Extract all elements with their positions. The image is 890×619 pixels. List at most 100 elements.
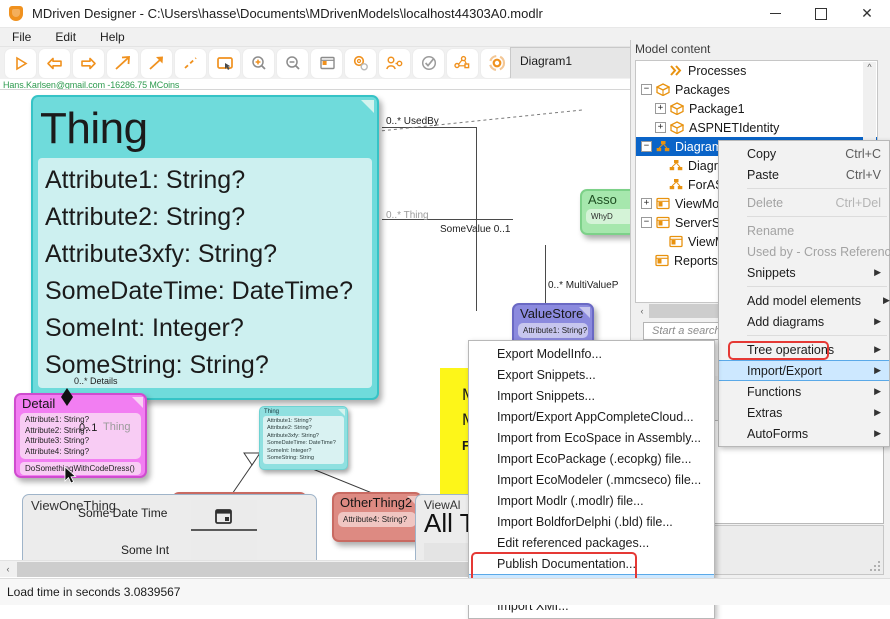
refresh-circle-icon[interactable] — [481, 49, 512, 78]
menu-item-label: Rename — [747, 224, 794, 238]
menu-item-functions[interactable]: Functions ▶ — [719, 381, 889, 402]
tree-node-packages[interactable]: − Packages — [636, 80, 877, 99]
menu-item-import-snippets[interactable]: Import Snippets... — [469, 385, 714, 406]
menu-item-autoforms[interactable]: AutoForms ▶ — [719, 423, 889, 444]
menu-item-rename[interactable]: Rename — [719, 220, 889, 241]
menu-item-import-ecopackage[interactable]: Import EcoPackage (.ecopkg) file... — [469, 448, 714, 469]
arrow-right-icon[interactable] — [73, 49, 104, 78]
expand-expander-icon[interactable]: + — [655, 103, 666, 114]
menu-item-import-modlr[interactable]: Import Modlr (.modlr) file... — [469, 490, 714, 511]
menu-item-label: Snippets — [747, 266, 796, 280]
menu-item-label: Edit referenced packages... — [497, 536, 649, 550]
expand-expander-icon[interactable]: + — [641, 198, 652, 209]
relation-label-usedby: 0..* UsedBy — [386, 116, 439, 127]
menu-item-add-model-elements[interactable]: Add model elements ▶ — [719, 290, 889, 311]
collapse-expander-icon[interactable]: − — [641, 217, 652, 228]
scroll-up-icon[interactable]: ^ — [863, 62, 876, 76]
maximize-button[interactable] — [798, 0, 844, 28]
menu-item-label: Import from EcoSpace in Assembly... — [497, 431, 701, 445]
menu-item-import-export[interactable]: Import/Export ▶ — [719, 360, 889, 381]
minimize-button[interactable] — [752, 0, 798, 28]
tree-node-label: Diagr — [688, 159, 718, 173]
tab-label: Diagram1 — [520, 54, 572, 68]
menu-item-tree-operations[interactable]: Tree operations ▶ — [719, 339, 889, 360]
menu-item-label: Add model elements — [747, 294, 861, 308]
preview-attribute-row: Attribute3xfy: String? — [267, 433, 344, 440]
menu-edit[interactable]: Edit — [43, 28, 88, 46]
context-menu[interactable]: Copy Ctrl+C Paste Ctrl+V Delete Ctrl+Del… — [718, 140, 890, 447]
tab-diagram1[interactable]: Diagram1 — [510, 47, 636, 78]
menu-item-import-boldfordelphi[interactable]: Import BoldforDelphi (.bld) file... — [469, 511, 714, 532]
menu-item-edit-referenced-packages[interactable]: Edit referenced packages... — [469, 532, 714, 553]
menu-item-export-modelinfo[interactable]: Export ModelInfo... — [469, 343, 714, 364]
attribute-row: Attribute4: String? — [343, 514, 416, 525]
uml-class-otherthing2[interactable]: OtherThing2 Attribute4: String? — [332, 492, 422, 542]
chevron-right-icon: ▶ — [852, 365, 881, 376]
menu-help[interactable]: Help — [88, 28, 137, 46]
form-field-somedatetime[interactable] — [191, 500, 257, 531]
uml-class-thing[interactable]: Thing Attribute1: String? Attribute2: St… — [31, 95, 379, 400]
menu-item-copy[interactable]: Copy Ctrl+C — [719, 143, 889, 164]
attribute-row: Attribute2: String? — [45, 199, 372, 236]
menu-item-label: AutoForms — [747, 427, 808, 441]
class-corner-marker — [132, 397, 143, 408]
resize-grip-icon[interactable] — [870, 561, 882, 573]
collapse-expander-icon[interactable]: − — [641, 141, 652, 152]
menu-item-label: Copy — [747, 147, 776, 161]
menu-item-snippets[interactable]: Snippets ▶ — [719, 262, 889, 283]
diagram-icon — [656, 140, 671, 154]
menu-file[interactable]: File — [0, 28, 43, 46]
menu-item-label: Import Snippets... — [497, 389, 595, 403]
relation-line-multivalue-v — [545, 245, 546, 303]
attribute-row: SomeInt: Integer? — [45, 310, 372, 347]
menu-item-export-snippets[interactable]: Export Snippets... — [469, 364, 714, 385]
close-button[interactable]: ✕ — [844, 0, 890, 28]
class-attributes-thing: Attribute1: String? Attribute2: String? … — [38, 158, 372, 388]
collapse-expander-icon[interactable]: − — [641, 84, 652, 95]
zoom-in-icon[interactable] — [243, 49, 274, 78]
menu-item-label: Export ModelInfo... — [497, 347, 602, 361]
uml-class-assoc[interactable]: Asso WhyD — [580, 189, 630, 235]
user-icon[interactable] — [379, 49, 410, 78]
menu-separator — [747, 335, 887, 336]
menu-item-extras[interactable]: Extras ▶ — [719, 402, 889, 423]
status-bar: Load time in seconds 3.0839567 — [0, 578, 890, 605]
window-controls: ✕ — [752, 0, 890, 28]
menu-item-paste[interactable]: Paste Ctrl+V — [719, 164, 889, 185]
zoom-out-icon[interactable] — [277, 49, 308, 78]
menu-item-used-by-cross-reference[interactable]: Used by - Cross Reference ▶ — [719, 241, 889, 262]
menu-separator — [747, 188, 887, 189]
association-arrow-icon[interactable] — [107, 49, 138, 78]
menu-item-delete[interactable]: Delete Ctrl+Del — [719, 192, 889, 213]
relation-label-somevalue: SomeValue 0..1 — [440, 224, 510, 235]
panel-title-model-content: Model content — [631, 40, 890, 58]
form-designer-icon[interactable] — [311, 49, 342, 78]
menu-item-label: Functions — [747, 385, 801, 399]
scroll-left-icon[interactable]: ‹ — [0, 564, 16, 574]
tree-node-package1[interactable]: + Package1 — [636, 99, 877, 118]
settings-gears-icon[interactable] — [345, 49, 376, 78]
attribute-row: Attribute3xfy: String? — [45, 236, 372, 273]
tree-node-aspnetidentity[interactable]: + ASPNETIdentity — [636, 118, 877, 137]
menu-item-publish-documentation[interactable]: Publish Documentation... — [469, 553, 714, 574]
menu-item-import-ecomodeler[interactable]: Import EcoModeler (.mmcseco) file... — [469, 469, 714, 490]
attribute-row: Attribute1: String? — [45, 162, 372, 199]
validate-check-icon[interactable] — [413, 49, 444, 78]
scroll-left-icon[interactable]: ‹ — [635, 306, 649, 316]
uml-class-detail[interactable]: Detail Attribute1: String? Attribute2: S… — [14, 393, 147, 478]
form-field-someint[interactable] — [191, 535, 257, 563]
diagram-icon — [669, 159, 684, 173]
menu-item-import-export-appcompletecloud[interactable]: Import/Export AppCompleteCloud... — [469, 406, 714, 427]
menu-item-add-diagrams[interactable]: Add diagrams ▶ — [719, 311, 889, 332]
play-icon[interactable] — [5, 49, 36, 78]
expand-expander-icon[interactable]: + — [655, 122, 666, 133]
arrow-left-icon[interactable] — [39, 49, 70, 78]
menu-item-label: Paste — [747, 168, 779, 182]
relation-label-multivalue: 0..* MultiValueP — [548, 280, 618, 291]
dashed-line-icon[interactable] — [175, 49, 206, 78]
inheritance-arrow-icon[interactable] — [141, 49, 172, 78]
tree-node-processes[interactable]: Processes — [636, 61, 877, 80]
graph-nodes-icon[interactable] — [447, 49, 478, 78]
menu-item-import-from-ecospace-in-assembly[interactable]: Import from EcoSpace in Assembly... — [469, 427, 714, 448]
select-region-icon[interactable] — [209, 49, 240, 78]
